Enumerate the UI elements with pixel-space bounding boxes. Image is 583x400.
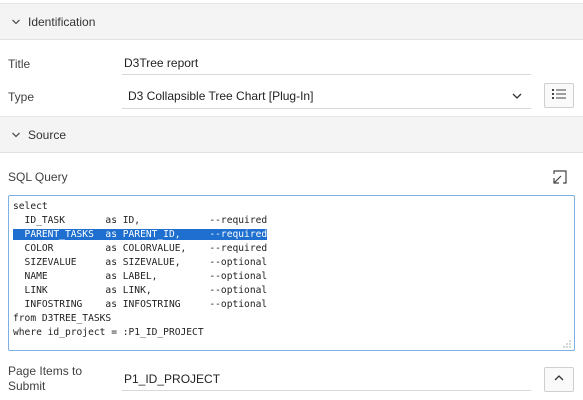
- type-select[interactable]: D3 Collapsible Tree Chart [Plug-In]: [122, 84, 531, 109]
- code-line: select: [13, 201, 48, 212]
- list-icon: [552, 88, 566, 103]
- code-line-selected: PARENT_TASKS as PARENT_ID, --required: [13, 228, 574, 242]
- page-items-label: Page Items to Submit: [8, 364, 82, 394]
- expand-icon[interactable]: [551, 168, 569, 186]
- chevron-up-icon: [553, 372, 565, 387]
- chevron-down-icon: [10, 129, 22, 141]
- title-field[interactable]: D3Tree report: [122, 51, 531, 75]
- title-label: Title: [8, 57, 31, 71]
- identification-section-header[interactable]: Identification: [0, 3, 583, 40]
- page-items-collapse-button[interactable]: [544, 367, 574, 392]
- code-line: LINK as LINK, --optional: [13, 285, 268, 296]
- type-label: Type: [8, 90, 35, 104]
- section-title: Identification: [28, 14, 96, 29]
- page-items-field[interactable]: P1_ID_PROJECT: [122, 367, 531, 391]
- selected-text: PARENT_TASKS as PARENT_ID, --required: [13, 229, 268, 240]
- code-line: ID_TASK as ID, --required: [13, 215, 268, 226]
- type-select-value: D3 Collapsible Tree Chart [Plug-In]: [128, 89, 314, 103]
- page-items-label-line2: Submit: [8, 379, 46, 393]
- code-line: where id_project = :P1_ID_PROJECT: [13, 327, 204, 338]
- section-title: Source: [28, 127, 67, 142]
- resize-grip-icon[interactable]: [563, 339, 571, 348]
- code-line: SIZEVALUE as SIZEVALUE, --optional: [13, 257, 268, 268]
- page-items-label-line1: Page Items to: [8, 364, 83, 378]
- code-line: from D3TREE_TASKS: [13, 313, 112, 324]
- sql-query-label: SQL Query: [8, 170, 68, 184]
- sql-query-editor[interactable]: select ID_TASK as ID, --required PARENT_…: [8, 195, 575, 351]
- chevron-down-icon: [511, 90, 523, 102]
- type-list-button[interactable]: [544, 83, 574, 108]
- code-line: INFOSTRING as INFOSTRING --optional: [13, 299, 268, 310]
- chevron-down-icon: [10, 16, 22, 28]
- code-line: NAME as LABEL, --optional: [13, 271, 268, 282]
- code-line: COLOR as COLORVALUE, --required: [13, 243, 268, 254]
- source-section-header[interactable]: Source: [0, 116, 583, 153]
